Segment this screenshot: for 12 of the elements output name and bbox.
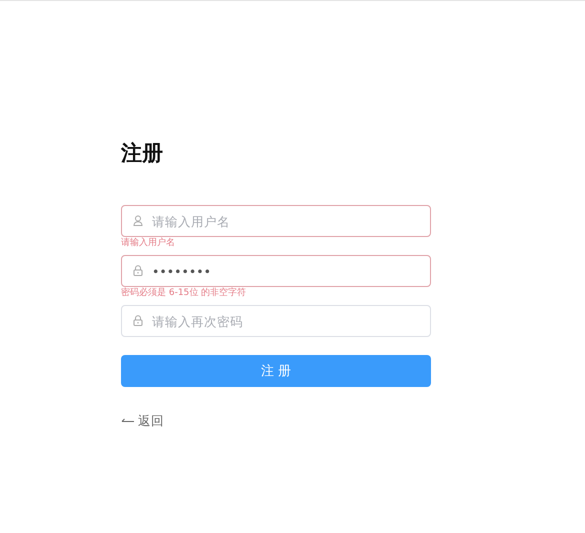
back-link[interactable]: 返回 xyxy=(138,413,164,430)
lock-icon xyxy=(133,265,143,276)
lock-icon xyxy=(133,315,143,326)
back-arrow-icon xyxy=(121,418,135,425)
error-message: 密码必须是 6-15位 的非空字符 xyxy=(121,288,246,298)
page-title: 注册 xyxy=(121,140,163,167)
user-icon xyxy=(133,215,143,226)
password-field[interactable]: •••••••• xyxy=(121,255,431,287)
register-button[interactable]: 注 册 xyxy=(121,355,431,387)
username-field[interactable]: 请输入用户名 xyxy=(121,205,431,237)
error-message: 请输入用户名 xyxy=(121,238,175,248)
password-field[interactable]: 请输入再次密码 xyxy=(121,305,431,337)
